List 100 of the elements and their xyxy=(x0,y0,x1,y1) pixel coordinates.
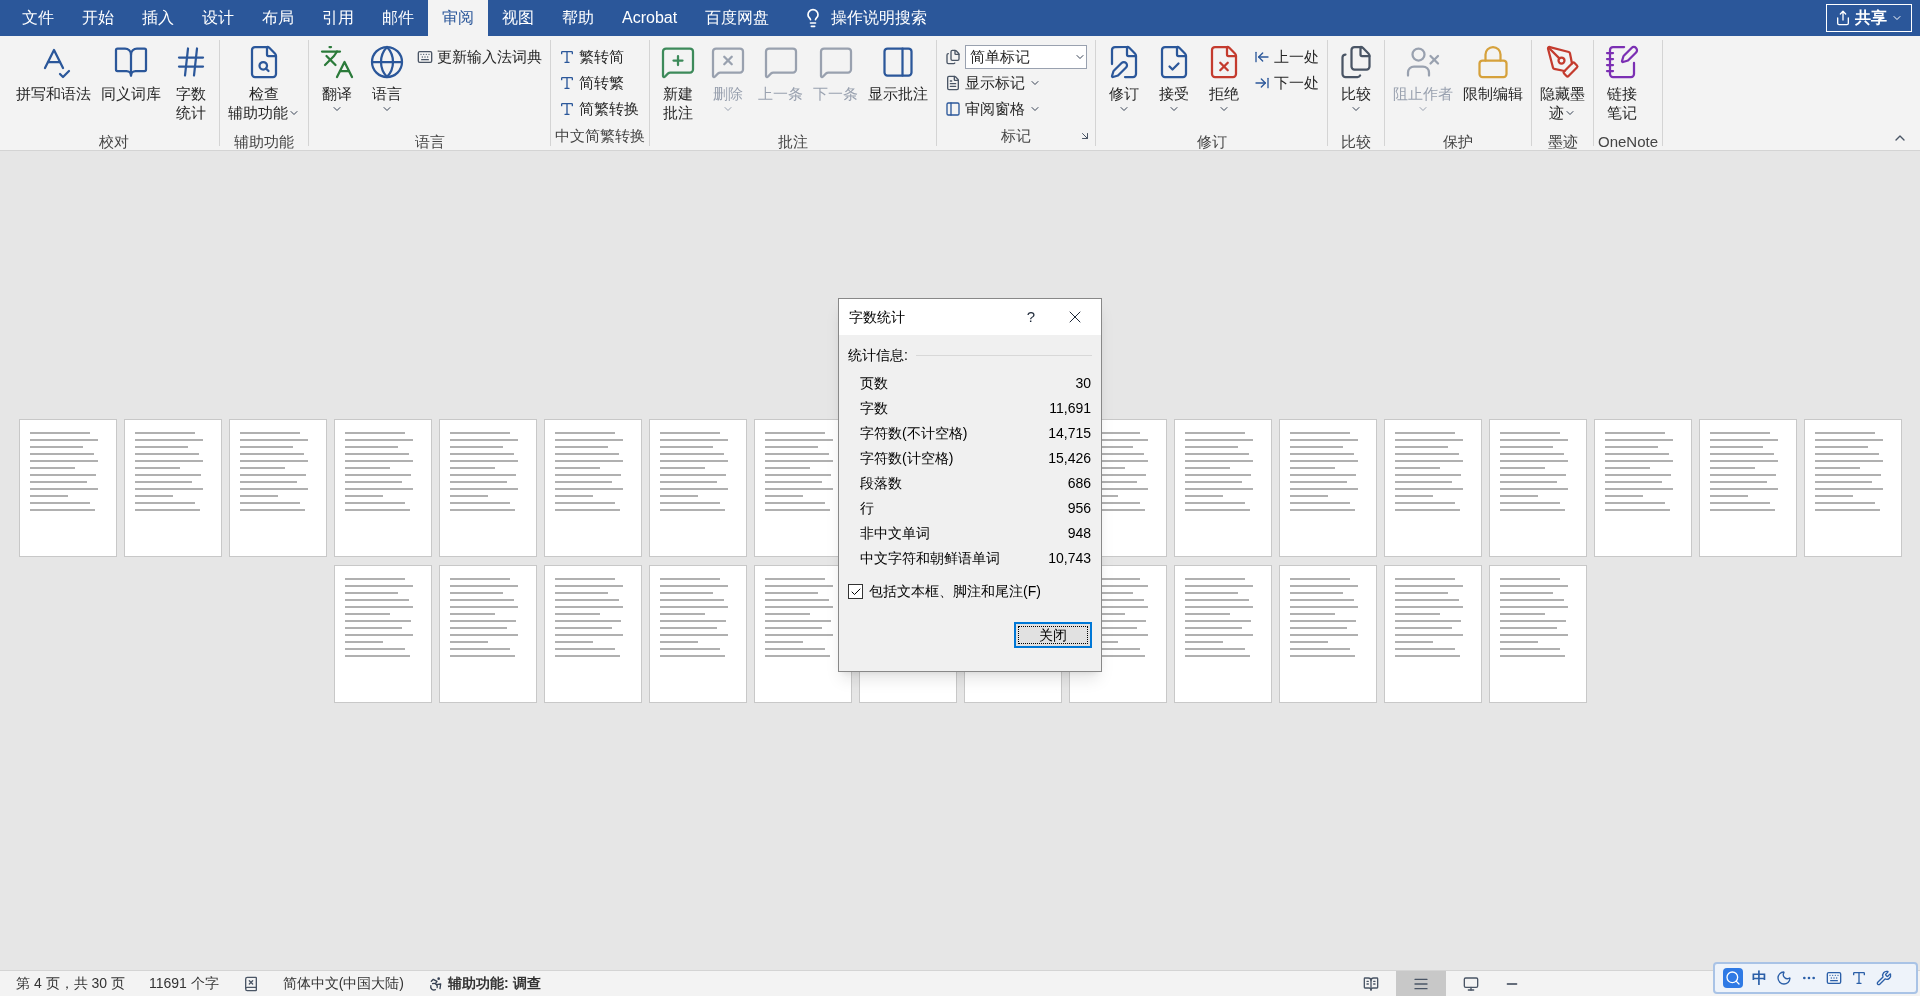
group-label: 中文简繁转换 xyxy=(555,125,645,146)
group-label: 墨迹 xyxy=(1547,131,1578,152)
lock-icon xyxy=(1475,44,1511,80)
page-thumbnail[interactable] xyxy=(228,418,327,557)
page-thumbnail[interactable] xyxy=(543,564,642,703)
checkbox-label[interactable]: 包括文本框、脚注和尾注(F) xyxy=(869,581,1041,602)
pen-icon xyxy=(1544,44,1581,80)
menu-tab[interactable]: 开始 xyxy=(68,0,128,36)
menu-tab[interactable]: 布局 xyxy=(248,0,308,36)
page-thumbnail[interactable] xyxy=(1488,564,1587,703)
comment-icon xyxy=(817,44,854,80)
stat-label: 字符数(不计空格) xyxy=(860,424,968,443)
menu-tab[interactable]: 帮助 xyxy=(548,0,608,36)
page-thumbnail[interactable] xyxy=(1803,418,1902,557)
keyboard-icon[interactable] xyxy=(1826,970,1842,986)
stat-value: 686 xyxy=(1067,474,1091,493)
ribbon-button[interactable]: 隐藏墨 迹 xyxy=(1536,40,1589,132)
ribbon-button[interactable]: 语言 xyxy=(363,40,411,132)
close-dialog-button[interactable]: 关闭 xyxy=(1014,622,1092,648)
menu-tab[interactable]: 百度网盘 xyxy=(691,0,784,36)
arrow-right-icon xyxy=(1254,75,1270,91)
ribbon-small-button[interactable]: 繁转简 xyxy=(555,44,643,70)
ribbon-button[interactable]: 接受 xyxy=(1150,40,1198,132)
menu-tab[interactable]: 审阅 xyxy=(428,0,488,36)
page-thumbnail[interactable] xyxy=(18,418,117,557)
search-logo-icon[interactable] xyxy=(1723,968,1743,988)
moon-icon[interactable] xyxy=(1776,970,1792,986)
page-thumbnail[interactable] xyxy=(753,564,852,703)
group-label: 标记 xyxy=(1001,125,1031,146)
menu-tab[interactable]: 视图 xyxy=(488,0,548,36)
comment-add-icon xyxy=(660,44,696,80)
stat-value: 15,426 xyxy=(1048,449,1091,468)
page-thumbnail[interactable] xyxy=(438,418,537,557)
menu-tab[interactable]: 设计 xyxy=(188,0,248,36)
ribbon-button[interactable]: 拒绝 xyxy=(1200,40,1248,132)
documents-icon xyxy=(1338,44,1374,80)
ribbon-button[interactable]: 检查 辅助功能 xyxy=(224,40,304,132)
input-mode[interactable]: 中 xyxy=(1752,966,1767,990)
page-thumbnail[interactable] xyxy=(438,564,537,703)
ribbon-small-button[interactable]: 下一处 xyxy=(1250,70,1323,96)
text-icon[interactable] xyxy=(1851,970,1867,986)
page-thumbnail[interactable] xyxy=(333,418,432,557)
stat-value: 956 xyxy=(1067,499,1091,518)
menu-tab[interactable]: 插入 xyxy=(128,0,188,36)
keyboard-icon xyxy=(417,49,433,65)
page-thumbnail[interactable] xyxy=(543,418,642,557)
ribbon-button[interactable]: 显示批注 xyxy=(864,40,932,132)
word-count[interactable]: 11691 个字 xyxy=(148,973,219,994)
group-label: 批注 xyxy=(778,131,808,152)
ribbon-button[interactable]: 比较 xyxy=(1332,40,1380,132)
page-thumbnail[interactable] xyxy=(1698,418,1797,557)
help-button[interactable]: ? xyxy=(1013,302,1049,332)
menu-tab[interactable]: 引用 xyxy=(308,0,368,36)
ribbon-button[interactable]: 同义词库 xyxy=(97,40,165,132)
ribbon-button[interactable]: 拼写和语法 xyxy=(12,40,95,132)
page-thumbnail[interactable] xyxy=(1278,564,1377,703)
page-count[interactable]: 第 4 页，共 30 页 xyxy=(16,973,125,994)
ribbon-button[interactable]: 字数 统计 xyxy=(167,40,215,132)
view-button[interactable] xyxy=(1396,970,1446,996)
panel-icon xyxy=(945,101,961,117)
page-thumbnail[interactable] xyxy=(1278,418,1377,557)
proofing-icon[interactable] xyxy=(242,975,259,992)
search-label[interactable]: 操作说明搜索 xyxy=(831,6,928,30)
ribbon-small-button[interactable]: 更新输入法词典 xyxy=(413,44,546,70)
ribbon-button[interactable]: 新建 批注 xyxy=(654,40,702,132)
page-thumbnail[interactable] xyxy=(1593,418,1692,557)
page-thumbnail[interactable] xyxy=(1173,418,1272,557)
page-thumbnail[interactable] xyxy=(648,564,747,703)
stat-label: 中文字符和朝鲜语单词 xyxy=(860,549,1000,568)
accessibility-status[interactable]: 辅助功能: 调查 xyxy=(448,973,541,994)
dialog-launcher-icon[interactable] xyxy=(1079,130,1091,142)
stat-label: 字符数(计空格) xyxy=(860,449,954,468)
share-button[interactable]: 共享 xyxy=(1826,4,1912,32)
menu-tab[interactable]: 邮件 xyxy=(368,0,428,36)
page-thumbnail[interactable] xyxy=(1383,564,1482,703)
ribbon-button[interactable]: 限制编辑 xyxy=(1459,40,1527,132)
menu-tab[interactable]: Acrobat xyxy=(608,0,692,36)
section-label: 统计信息: xyxy=(848,346,908,365)
checkbox[interactable] xyxy=(848,584,863,599)
page-thumbnail[interactable] xyxy=(123,418,222,557)
group-label: 保护 xyxy=(1443,131,1473,152)
ribbon-small-button[interactable]: 审阅窗格 xyxy=(941,96,1091,122)
ribbon-small-button[interactable]: 简繁转换 xyxy=(555,96,643,122)
ribbon-small-button[interactable]: 简转繁 xyxy=(555,70,643,96)
ribbon-button[interactable]: 翻译 xyxy=(313,40,361,132)
stat-label: 段落数 xyxy=(860,474,902,493)
page-thumbnail[interactable] xyxy=(1383,418,1482,557)
page-thumbnail[interactable] xyxy=(333,564,432,703)
markup-dropdown[interactable]: 简单标记 xyxy=(965,45,1087,69)
page-thumbnail[interactable] xyxy=(1488,418,1587,557)
stat-value: 11,691 xyxy=(1049,399,1091,418)
ribbon-small-button[interactable]: 显示标记 xyxy=(941,70,1091,96)
ribbon-small-button[interactable]: 上一处 xyxy=(1250,44,1323,70)
page-thumbnail[interactable] xyxy=(648,418,747,557)
ribbon-button[interactable]: 链接 笔记 xyxy=(1598,40,1646,132)
menu-tab[interactable]: 文件 xyxy=(8,0,68,36)
page-thumbnail[interactable] xyxy=(1173,564,1272,703)
wrench-icon[interactable] xyxy=(1876,970,1892,986)
language-label[interactable]: 简体中文(中国大陆) xyxy=(282,973,405,994)
ribbon-button[interactable]: 修订 xyxy=(1100,40,1148,132)
